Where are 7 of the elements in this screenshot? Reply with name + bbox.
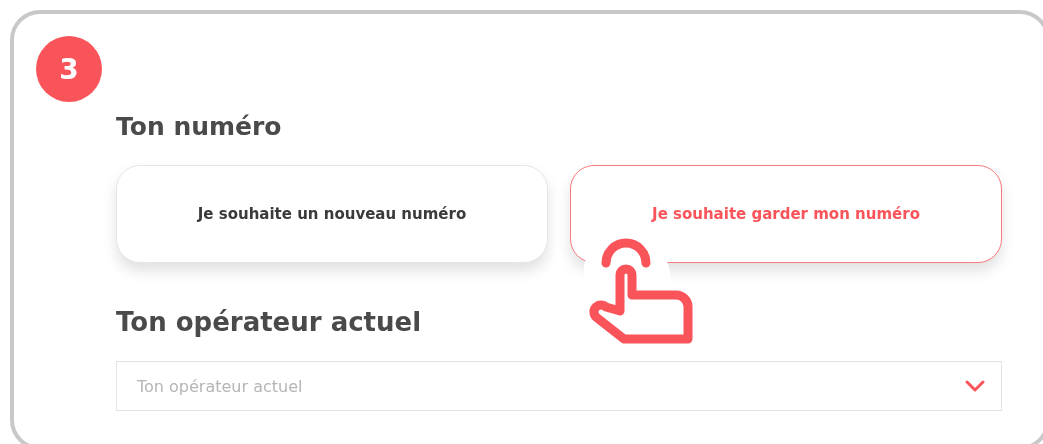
section-heading: Ton opérateur actuel (116, 307, 423, 337)
step-badge: 3 (36, 36, 102, 102)
option-button[interactable]: Je souhaite garder mon numéro (570, 165, 1002, 263)
section-heading: Ton numéro (116, 112, 283, 141)
operator-select[interactable]: Ton opérateur actuel (116, 361, 1002, 411)
chevron-down-icon (965, 380, 985, 392)
option-button[interactable]: Je souhaite un nouveau numéro (116, 165, 548, 263)
